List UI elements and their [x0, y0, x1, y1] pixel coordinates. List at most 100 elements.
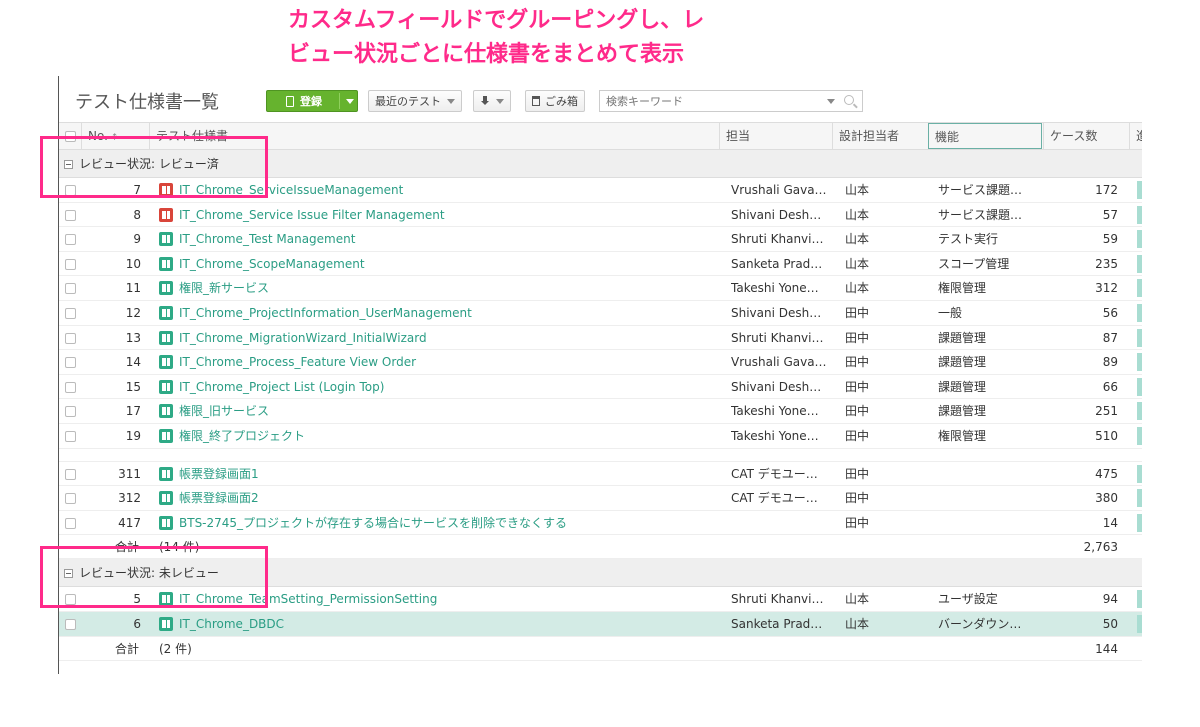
progress-bar: [1137, 426, 1142, 445]
spec-name-link[interactable]: IT_Chrome_DBDC: [159, 612, 719, 636]
spec-name-link[interactable]: IT_Chrome_ProjectInformation_UserManagem…: [159, 301, 719, 325]
spec-locked-icon: [159, 207, 173, 222]
row-cases: 57: [1102, 207, 1118, 222]
row-cases: 510: [1095, 428, 1118, 443]
spec-name-link[interactable]: 帳票登録画面2: [159, 486, 719, 510]
column-header-function[interactable]: 機能: [928, 123, 1042, 149]
recent-tests-button[interactable]: 最近のテスト: [368, 90, 462, 112]
table-row[interactable]: 14 IT_Chrome_Process_Feature View Order Vr…: [59, 350, 1142, 375]
spec-name-link[interactable]: IT_Chrome_ScopeManagement: [159, 252, 719, 276]
row-checkbox[interactable]: [65, 430, 76, 442]
row-checkbox[interactable]: [65, 468, 76, 480]
row-assignee: Shivani Desh…: [731, 379, 822, 394]
spec-name-link[interactable]: 帳票登録画面1: [159, 462, 719, 486]
spec-name-link[interactable]: IT_Chrome_Service Issue Filter Managemen…: [159, 203, 719, 227]
row-function: バーンダウン…: [938, 616, 1022, 631]
spec-name-link[interactable]: IT_Chrome_Process_Feature View Order: [159, 350, 719, 374]
row-cases: 56: [1102, 305, 1118, 320]
row-checkbox[interactable]: [65, 493, 76, 505]
column-header-assignee[interactable]: 担当: [719, 123, 832, 150]
spec-book-icon: [159, 281, 173, 296]
annotation-callout-unreviewed: [40, 546, 268, 608]
column-header-cases[interactable]: ケース数: [1043, 123, 1129, 150]
table-row[interactable]: 13 IT_Chrome_MigrationWizard_InitialWizar…: [59, 326, 1142, 351]
column-header-progress[interactable]: 進: [1129, 123, 1142, 150]
table-row[interactable]: 8 IT_Chrome_Service Issue Filter Manageme…: [59, 203, 1142, 228]
spec-name-link[interactable]: IT_Chrome_Test Management: [159, 227, 719, 251]
row-checkbox[interactable]: [65, 234, 76, 246]
spec-name-link[interactable]: 権限_旧サービス: [159, 399, 719, 423]
row-checkbox[interactable]: [65, 357, 76, 369]
row-checkbox[interactable]: [65, 381, 76, 393]
row-designer: 田中: [845, 330, 870, 345]
progress-bar: [1137, 279, 1142, 298]
spec-name-link[interactable]: BTS-2745_プロジェクトが存在する場合にサービスを削除できなくする: [159, 511, 719, 535]
row-cases: 94: [1102, 592, 1118, 607]
chevron-down-icon[interactable]: [827, 99, 835, 104]
row-assignee: Shivani Desh…: [731, 305, 822, 320]
table-row[interactable]: 6 IT_Chrome_DBDC Sanketa Prad… 山本 バーンダウン… 50: [59, 611, 1142, 637]
spec-name-text: IT_Chrome_Process_Feature View Order: [179, 355, 417, 370]
row-no: 14: [125, 355, 141, 370]
row-no: 13: [125, 330, 141, 345]
table-row[interactable]: 417 BTS-2745_プロジェクトが存在する場合にサービスを削除できなくする 田…: [59, 511, 1142, 536]
download-button[interactable]: [473, 90, 511, 112]
spec-book-icon: [159, 355, 173, 370]
spec-name-text: 権限_旧サービス: [179, 404, 270, 419]
spec-name-text: IT_Chrome_Test Management: [179, 232, 356, 247]
group-rows-reviewed: 7 IT_Chrome_ServiceIssueManagement Vrushal…: [59, 178, 1142, 449]
spec-book-icon: [159, 256, 173, 271]
table-row[interactable]: 11 権限_新サービス Takeshi Yone… 山本 権限管理 312: [59, 276, 1142, 301]
row-designer: 田中: [845, 355, 870, 370]
table-row[interactable]: 15 IT_Chrome_Project List (Login Top) Shiv…: [59, 375, 1142, 400]
spec-name-link[interactable]: IT_Chrome_MigrationWizard_InitialWizard: [159, 326, 719, 350]
row-checkbox[interactable]: [65, 406, 76, 418]
group-total-unreviewed: 合計 (2 件) 144: [59, 637, 1142, 661]
row-checkbox[interactable]: [65, 332, 76, 344]
table-row[interactable]: 311 帳票登録画面1 CAT デモユー… 田中 475: [59, 462, 1142, 487]
table-row[interactable]: 10 IT_Chrome_ScopeManagement Sanketa Prad……: [59, 252, 1142, 277]
row-assignee: Shruti Khanvi…: [731, 330, 824, 345]
spec-name-text: IT_Chrome_Service Issue Filter Managemen…: [179, 207, 445, 222]
row-designer: 山本: [845, 281, 870, 296]
row-function: 課題管理: [938, 404, 987, 419]
progress-bar: [1137, 614, 1142, 633]
row-checkbox[interactable]: [65, 517, 76, 529]
row-function: 課題管理: [938, 355, 987, 370]
row-no: 19: [125, 428, 141, 443]
table-row[interactable]: 9 IT_Chrome_Test Management Shruti Khanvi……: [59, 227, 1142, 252]
search-box: [599, 90, 863, 112]
row-designer: 田中: [845, 466, 870, 481]
row-no: 17: [125, 404, 141, 419]
row-no: 15: [125, 379, 141, 394]
row-checkbox[interactable]: [65, 283, 76, 295]
chevron-down-icon[interactable]: [346, 99, 354, 104]
row-designer: 山本: [845, 183, 870, 197]
spec-name-link[interactable]: 権限_新サービス: [159, 276, 719, 300]
trash-button[interactable]: ごみ箱: [525, 90, 585, 112]
trash-label: ごみ箱: [545, 95, 578, 108]
row-checkbox[interactable]: [65, 307, 76, 319]
row-designer: 田中: [845, 491, 870, 506]
row-assignee: Sanketa Prad…: [731, 256, 823, 271]
table-row[interactable]: 17 権限_旧サービス Takeshi Yone… 田中 課題管理 251: [59, 399, 1142, 424]
spec-name-link[interactable]: 権限_終了プロジェクト: [159, 424, 719, 448]
row-designer: 山本: [845, 256, 870, 271]
row-designer: 山本: [845, 232, 870, 247]
spec-name-text: 帳票登録画面1: [179, 466, 259, 481]
register-button[interactable]: 登録: [266, 90, 358, 112]
row-assignee: Shruti Khanvi…: [731, 232, 824, 247]
table-row[interactable]: 19 権限_終了プロジェクト Takeshi Yone… 田中 権限管理 510: [59, 424, 1142, 449]
row-checkbox[interactable]: [65, 618, 76, 630]
spec-name-link[interactable]: IT_Chrome_Project List (Login Top): [159, 375, 719, 399]
table-row[interactable]: 12 IT_Chrome_ProjectInformation_UserManag…: [59, 301, 1142, 326]
row-checkbox[interactable]: [65, 258, 76, 270]
row-checkbox[interactable]: [65, 209, 76, 221]
search-icon[interactable]: [844, 95, 854, 105]
column-header-designer[interactable]: 設計担当者: [832, 123, 928, 150]
search-input[interactable]: [600, 91, 820, 111]
row-designer: 山本: [845, 616, 870, 631]
table-row[interactable]: 312 帳票登録画面2 CAT デモユー… 田中 380: [59, 486, 1142, 511]
row-assignee: Takeshi Yone…: [731, 404, 819, 419]
spec-name-text: IT_Chrome_ScopeManagement: [179, 256, 365, 271]
